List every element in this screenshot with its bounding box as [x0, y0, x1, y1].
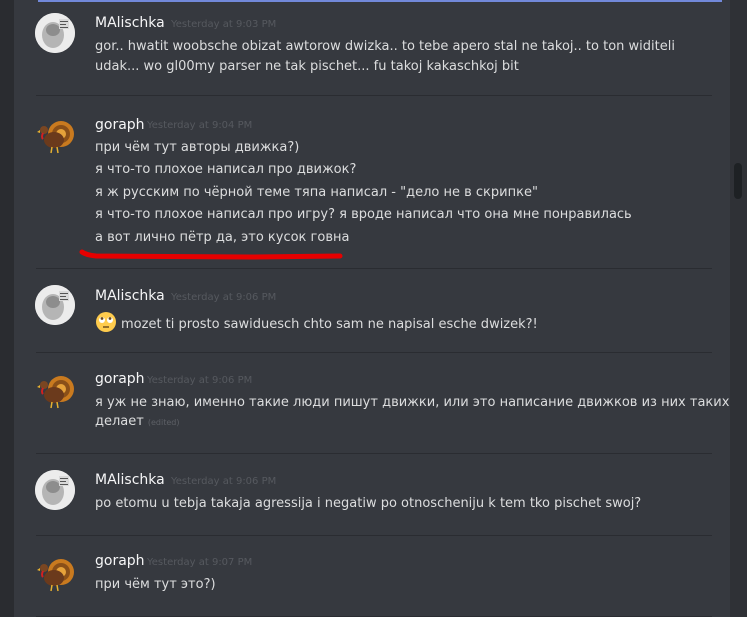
- scrollbar-track[interactable]: [730, 0, 747, 617]
- message-text: udak... wo gl00my parser ne tak pischet.…: [95, 59, 519, 74]
- message-text: mozet ti prosto sawiduesch chto sam ne n…: [121, 317, 538, 332]
- turkey-avatar-image: [37, 559, 74, 592]
- malischka-avatar[interactable]: [35, 13, 75, 53]
- message-text: po etomu u tebja takaja agressija i nega…: [95, 496, 642, 511]
- message-text: делает: [95, 414, 144, 429]
- left-gutter: [0, 0, 14, 617]
- timestamp: Yesterday at 9:03 PM: [171, 19, 277, 30]
- malischka-avatar[interactable]: [35, 285, 75, 325]
- turkey-avatar[interactable]: [35, 553, 75, 593]
- scrollbar-thumb[interactable]: [734, 163, 742, 199]
- malischka-avatar-image: [35, 470, 75, 510]
- message-group: goraph Yesterday at 9:06 PM я уж не знаю…: [14, 353, 730, 453]
- rolling-eyes-emoji: [95, 311, 117, 337]
- turkey-avatar-image: [37, 121, 74, 154]
- malischka-avatar-image: [35, 285, 75, 325]
- turkey-avatar[interactable]: [35, 115, 75, 155]
- username[interactable]: MAlischka: [95, 472, 165, 488]
- message-line: mozet ti prosto sawiduesch chto sam ne n…: [95, 311, 538, 337]
- message-text: я уж не знаю, именно такие люди пишут дв…: [95, 395, 730, 410]
- message-group: MAlischka Yesterday at 9:03 PM gor.. hwa…: [14, 0, 730, 95]
- message-text: при чём тут авторы движка?): [95, 140, 300, 155]
- chat-messages[interactable]: MAlischka Yesterday at 9:03 PM gor.. hwa…: [14, 0, 730, 617]
- timestamp: Yesterday at 9:07 PM: [147, 557, 253, 568]
- message-group: MAlischka Yesterday at 9:06 PM po etomu …: [14, 454, 730, 535]
- message-text: gor.. hwatit woobsche obizat awtorow dwi…: [95, 39, 675, 54]
- message-group: MAlischka Yesterday at 9:06 PM mozet ti …: [14, 269, 730, 352]
- message-group: goraph Yesterday at 9:07 PM при чём тут …: [14, 536, 730, 617]
- message-text: я ж русским по чёрной теме тяпа написал …: [95, 185, 538, 200]
- message-text: при чём тут это?): [95, 577, 216, 592]
- message-text: я что-то плохое написал про движок?: [95, 162, 357, 177]
- username[interactable]: MAlischka: [95, 288, 165, 304]
- turkey-avatar-image: [37, 376, 74, 409]
- edited-label: (edited): [147, 418, 180, 427]
- turkey-avatar[interactable]: [35, 370, 75, 410]
- timestamp: Yesterday at 9:06 PM: [171, 476, 277, 487]
- timestamp: Yesterday at 9:06 PM: [147, 375, 253, 386]
- timestamp: Yesterday at 9:06 PM: [171, 292, 277, 303]
- username[interactable]: goraph: [95, 117, 145, 133]
- username[interactable]: MAlischka: [95, 15, 165, 31]
- timestamp: Yesterday at 9:04 PM: [147, 120, 253, 131]
- rolling-eyes-emoji-image: [96, 312, 116, 332]
- username[interactable]: goraph: [95, 553, 145, 569]
- message-text: а вот лично пётр да, это кусок говна: [95, 230, 350, 245]
- message-line: делает (edited): [95, 414, 179, 429]
- username[interactable]: goraph: [95, 371, 145, 387]
- message-text: я что-то плохое написал про игру? я врод…: [95, 207, 632, 222]
- malischka-avatar-image: [35, 13, 75, 53]
- message-group: goraph Yesterday at 9:04 PM при чём тут …: [14, 96, 730, 268]
- malischka-avatar[interactable]: [35, 470, 75, 510]
